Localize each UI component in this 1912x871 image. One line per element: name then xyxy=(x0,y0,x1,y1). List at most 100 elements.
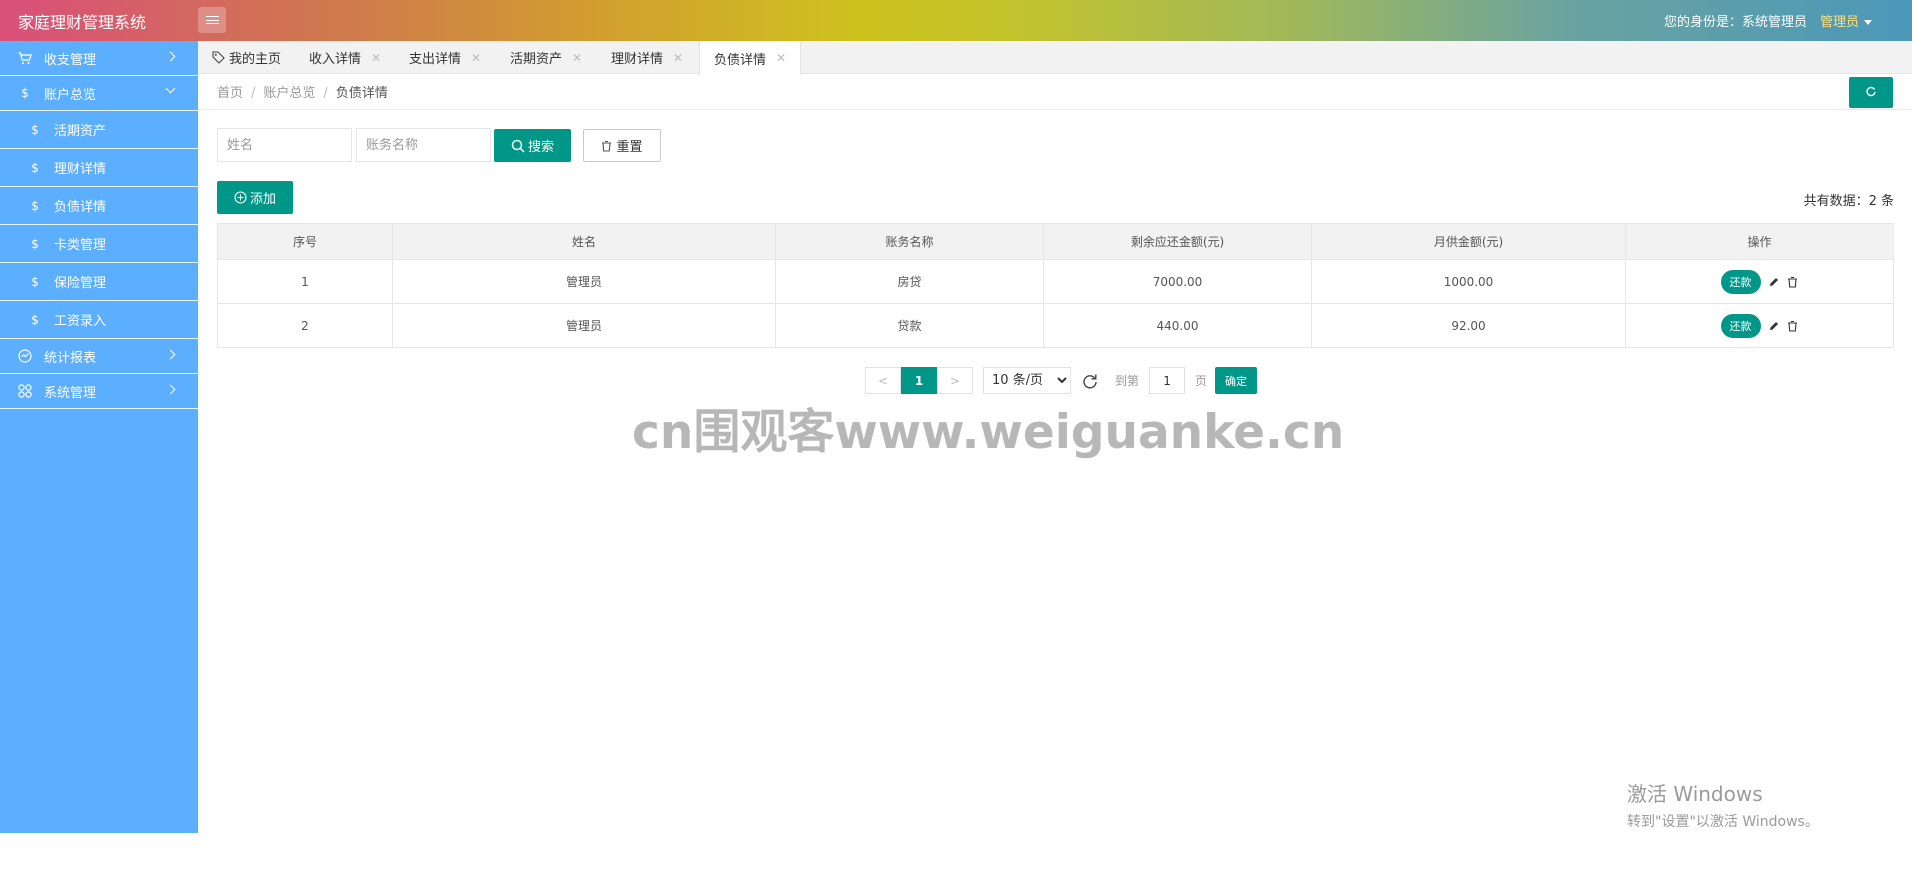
sidebar-item-label: 卡类管理 xyxy=(54,238,107,253)
sidebar-item-statistics[interactable]: 统计报表 xyxy=(0,339,198,374)
sidebar-item-label: 收支管理 xyxy=(44,52,97,68)
goto-confirm-button[interactable]: 确定 xyxy=(1215,367,1258,394)
close-icon[interactable]: ✕ xyxy=(776,51,786,65)
next-page-button[interactable]: > xyxy=(937,367,973,394)
tab-label: 负债详情 xyxy=(714,52,767,68)
add-button-label: 添加 xyxy=(249,192,276,207)
add-button[interactable]: 添加 xyxy=(217,181,293,214)
chevron-right-icon xyxy=(165,51,176,62)
close-icon[interactable]: ✕ xyxy=(371,51,381,65)
prev-page-button[interactable]: < xyxy=(865,367,901,394)
tab-home[interactable]: 我的主页 xyxy=(212,41,281,74)
column-header-name: 姓名 xyxy=(392,223,776,260)
search-icon xyxy=(511,139,525,153)
tab-wealth-details[interactable]: 理财详情 ✕ xyxy=(611,41,683,74)
tab-label: 收入详情 xyxy=(309,52,362,67)
delete-icon[interactable] xyxy=(1787,320,1799,332)
refresh-icon[interactable] xyxy=(1081,372,1099,390)
debt-table: 序号 姓名 账务名称 剩余应还金额(元) 月供金额(元) 操作 1 管理员 房贷… xyxy=(217,223,1894,348)
cell-remaining: 7000.00 xyxy=(1043,259,1312,304)
cell-index: 1 xyxy=(217,259,393,304)
total-label: 共有数据： xyxy=(1803,194,1869,209)
app-title: 家庭理财管理系统 xyxy=(18,13,147,32)
sidebar-item-current-assets[interactable]: $ 活期资产 xyxy=(0,111,198,149)
tab-label: 我的主页 xyxy=(229,52,282,67)
breadcrumb-section[interactable]: 账户总览 xyxy=(263,86,315,101)
column-header-actions: 操作 xyxy=(1625,223,1894,260)
search-button[interactable]: 搜索 xyxy=(494,129,571,162)
sidebar-item-label: 工资录入 xyxy=(54,314,107,329)
pagination: < 1 > 10 条/页 到第 页 确定 xyxy=(865,367,1258,394)
cell-monthly: 92.00 xyxy=(1311,303,1626,348)
page-1-button[interactable]: 1 xyxy=(901,367,937,394)
user-menu-label: 管理员 xyxy=(1820,15,1860,30)
column-header-account: 账务名称 xyxy=(775,223,1044,260)
sidebar: 收支管理 $ 账户总览 $ 活期资产 $ 理财详情 $ 负债详情 $ 卡类管理 … xyxy=(0,41,198,833)
column-header-monthly: 月供金额(元) xyxy=(1311,223,1626,260)
repay-button[interactable]: 还款 xyxy=(1720,269,1761,294)
sidebar-item-system[interactable]: 系统管理 xyxy=(0,374,198,409)
sidebar-item-wealth-details[interactable]: $ 理财详情 xyxy=(0,149,198,187)
account-name-search-input[interactable] xyxy=(356,128,491,162)
column-header-remaining: 剩余应还金额(元) xyxy=(1043,223,1312,260)
breadcrumb-current: 负债详情 xyxy=(335,86,388,101)
menu-toggle-button[interactable] xyxy=(198,7,226,33)
sidebar-item-insurance-management[interactable]: $ 保险管理 xyxy=(0,263,198,301)
refresh-page-button[interactable] xyxy=(1849,77,1893,108)
reset-button-label: 重置 xyxy=(616,140,643,155)
tab-label: 理财详情 xyxy=(611,52,664,67)
activate-windows-title: 激活 Windows xyxy=(1627,782,1763,806)
sidebar-item-label: 系统管理 xyxy=(44,385,97,401)
edit-icon[interactable] xyxy=(1768,276,1780,288)
tab-income-details[interactable]: 收入详情 ✕ xyxy=(309,41,381,74)
total-unit: 条 xyxy=(1876,194,1894,209)
dollar-icon: $ xyxy=(21,86,29,100)
user-menu[interactable]: 管理员 xyxy=(1820,11,1873,30)
reset-button[interactable]: 重置 xyxy=(583,129,661,162)
sidebar-item-card-management[interactable]: $ 卡类管理 xyxy=(0,225,198,263)
breadcrumb-separator: / xyxy=(251,86,256,101)
page-size-select[interactable]: 10 条/页 xyxy=(983,367,1071,394)
sidebar-item-salary-entry[interactable]: $ 工资录入 xyxy=(0,301,198,339)
close-icon[interactable]: ✕ xyxy=(471,51,481,65)
identity-text: 您的身份是：系统管理员 xyxy=(1664,15,1808,30)
name-search-input[interactable] xyxy=(217,128,352,162)
sidebar-item-label: 负债详情 xyxy=(54,200,107,215)
chevron-right-icon xyxy=(165,384,176,395)
activate-windows-notice: 激活 Windows 转到"设置"以激活 Windows。 xyxy=(1627,778,1819,831)
dollar-icon: $ xyxy=(31,312,39,327)
cell-name: 管理员 xyxy=(392,259,776,304)
total-count: 共有数据：2 条 xyxy=(1804,190,1894,209)
dollar-icon: $ xyxy=(31,236,39,251)
delete-icon[interactable] xyxy=(1787,276,1799,288)
sidebar-item-account-overview[interactable]: $ 账户总览 xyxy=(0,76,198,111)
repay-button[interactable]: 还款 xyxy=(1720,313,1761,338)
tab-expense-details[interactable]: 支出详情 ✕ xyxy=(409,41,481,74)
cell-monthly: 1000.00 xyxy=(1311,259,1626,304)
close-icon[interactable]: ✕ xyxy=(572,51,582,65)
tab-label: 活期资产 xyxy=(510,52,563,67)
tab-debt-details[interactable]: 负债详情 ✕ xyxy=(699,41,802,75)
trash-icon xyxy=(601,140,612,152)
breadcrumb-home[interactable]: 首页 xyxy=(217,86,243,101)
dollar-icon: $ xyxy=(31,274,39,289)
chevron-down-icon xyxy=(165,83,176,94)
sidebar-item-income-expense[interactable]: 收支管理 xyxy=(0,41,198,76)
close-icon[interactable]: ✕ xyxy=(673,51,683,65)
total-count-value: 2 xyxy=(1868,194,1877,209)
caret-down-icon xyxy=(1864,20,1873,25)
tab-current-assets[interactable]: 活期资产 ✕ xyxy=(510,41,582,74)
sidebar-item-debt-details[interactable]: $ 负债详情 xyxy=(0,187,198,225)
chart-icon xyxy=(18,349,32,363)
cell-account: 房贷 xyxy=(775,259,1044,304)
edit-icon[interactable] xyxy=(1768,320,1780,332)
hamburger-icon xyxy=(205,16,219,24)
page-label: 页 xyxy=(1195,374,1208,388)
goto-label: 到第 xyxy=(1115,374,1140,388)
cell-index: 2 xyxy=(217,303,393,348)
cell-name: 管理员 xyxy=(392,303,776,348)
activate-windows-subtitle: 转到"设置"以激活 Windows。 xyxy=(1627,814,1819,830)
goto-page-input[interactable] xyxy=(1149,367,1186,394)
watermark-text: cn围观客www.weiguanke.cn xyxy=(632,405,1345,460)
sidebar-item-label: 活期资产 xyxy=(54,124,107,139)
